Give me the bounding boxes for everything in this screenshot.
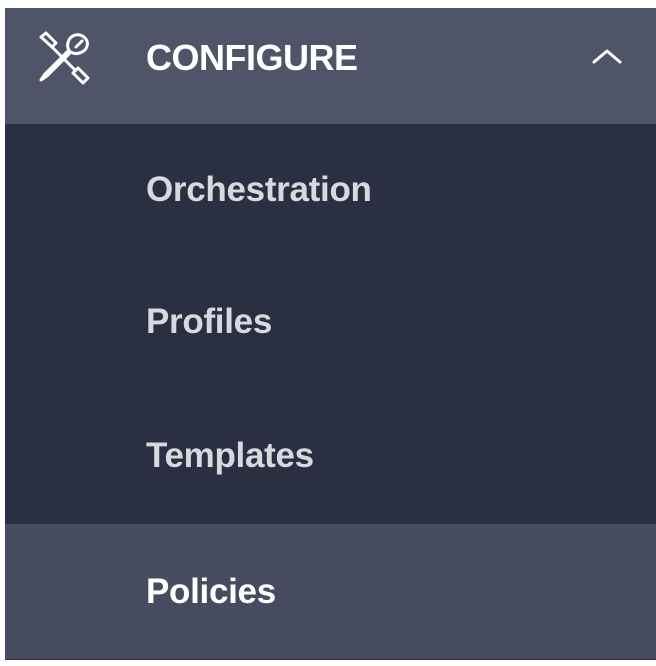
tools-icon bbox=[39, 31, 90, 85]
menu-item-orchestration[interactable]: Orchestration bbox=[5, 124, 656, 256]
bottom-divider bbox=[5, 659, 656, 660]
configure-section-title: CONFIGURE bbox=[146, 37, 358, 78]
chevron-up-icon[interactable] bbox=[590, 46, 624, 68]
menu-item-profiles[interactable]: Profiles bbox=[5, 256, 656, 388]
menu-item-label: Orchestration bbox=[146, 170, 372, 209]
configure-section-header[interactable]: CONFIGURE bbox=[5, 8, 656, 124]
menu-item-templates[interactable]: Templates bbox=[5, 390, 656, 522]
menu-item-label: Templates bbox=[146, 436, 314, 475]
menu-item-label: Policies bbox=[146, 572, 276, 611]
menu-item-label: Profiles bbox=[146, 302, 272, 341]
sidebar-menu: CONFIGURE Orchestration Profiles Templat… bbox=[5, 8, 656, 660]
menu-item-policies[interactable]: Policies bbox=[5, 524, 656, 659]
